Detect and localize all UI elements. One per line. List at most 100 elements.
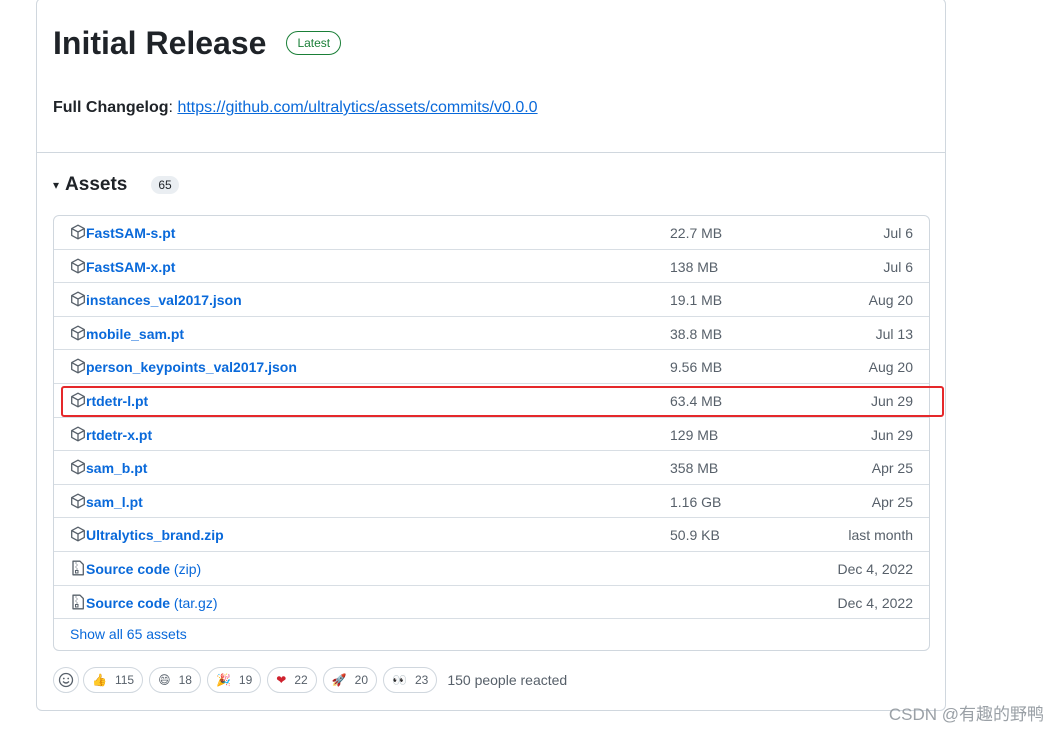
asset-row: sam_b.pt 358 MB Apr 25 [54, 451, 929, 485]
assets-title: Assets [65, 174, 128, 195]
reactions-summary: 150 people reacted [447, 672, 568, 688]
changelog-label: Full Changelog [53, 99, 169, 116]
asset-date: Aug 20 [868, 292, 913, 309]
reaction-button[interactable]: 🎉 19 [206, 667, 262, 693]
file-zip-icon [70, 560, 86, 576]
asset-size: 358 MB [670, 460, 719, 477]
asset-size: 22.7 MB [670, 225, 723, 241]
reaction-count: 18 [178, 673, 192, 687]
asset-name-link[interactable]: person_keypoints_val2017.json [86, 359, 297, 375]
package-icon [70, 224, 86, 240]
asset-size: 9.56 MB [670, 359, 723, 376]
asset-name-link[interactable]: FastSAM-x.pt [86, 259, 175, 275]
asset-row: Ultralytics_brand.zip 50.9 KB last month [54, 518, 929, 552]
asset-name: Source code [86, 594, 171, 611]
file-zip-icon [70, 594, 86, 610]
assets-list: FastSAM-s.pt 22.7 MB Jul 6 FastSAM-x.pt 138 … [53, 215, 930, 651]
asset-name-link[interactable]: sam_l.pt [86, 494, 143, 510]
asset-name-link[interactable]: Ultralytics_brand.zip [86, 527, 224, 543]
asset-name: FastSAM-x.pt [86, 258, 176, 275]
reaction-button[interactable]: 👀 23 [383, 667, 438, 693]
asset-date: Jul 13 [875, 325, 913, 342]
asset-size: 38.8 MB [670, 325, 723, 342]
asset-name: Ultralytics_brand.zip [86, 527, 224, 544]
package-icon [70, 426, 86, 442]
asset-row: Source code (zip) Dec 4, 2022 [54, 552, 929, 586]
heart-icon: ❤ [276, 673, 287, 687]
asset-row: sam_l.pt 1.16 GB Apr 25 [54, 485, 929, 519]
asset-row: rtdetr-x.pt 129 MB Jun 29 [54, 418, 929, 452]
asset-size: 138 MB [670, 258, 719, 275]
changelog-link[interactable]: https://github.com/ultralytics/assets/co… [177, 99, 537, 116]
asset-name-link[interactable]: instances_val2017.json [86, 292, 242, 308]
asset-date: Jun 29 [870, 426, 913, 443]
asset-date: Aug 20 [868, 359, 913, 376]
reaction-button[interactable]: ❤ 22 [267, 667, 317, 693]
asset-format: (tar.gz) [170, 594, 218, 611]
asset-date: Jul 6 [883, 258, 913, 275]
asset-size: 1.16 GB [670, 493, 722, 510]
watermark: CSDN @有趣的野鸭 [888, 705, 1044, 724]
asset-row: FastSAM-x.pt 138 MB Jul 6 [54, 250, 929, 284]
section-divider [37, 152, 945, 153]
reaction-count: 20 [354, 673, 369, 687]
asset-size: 129 MB [670, 426, 719, 443]
tada-icon: 🎉 [215, 673, 231, 687]
reaction-button[interactable]: 😄 18 [149, 667, 201, 693]
assets-count-badge: 65 [151, 176, 179, 194]
rocket-icon: 🚀 [331, 673, 347, 687]
reactions-bar: 👍 115 😄 18 🎉 19 ❤ 22 🚀 20 👀 23 150 people reacted [53, 667, 567, 693]
release-title[interactable]: Initial Release [53, 23, 266, 63]
asset-date: Dec 4, 2022 [837, 594, 914, 611]
asset-row: instances_val2017.json 19.1 MB Aug 20 [54, 283, 929, 317]
asset-date: Jul 6 [883, 225, 913, 241]
release-title-row: Initial Release Latest [53, 23, 342, 63]
asset-name: Source code [86, 560, 171, 577]
package-icon [70, 358, 86, 374]
reaction-count: 23 [414, 673, 429, 687]
asset-name: instances_val2017.json [86, 292, 242, 309]
smiley-icon [58, 672, 74, 688]
highlight-box [61, 386, 944, 417]
package-icon [70, 325, 86, 341]
add-reaction-button[interactable] [53, 667, 79, 693]
asset-row: Source code (tar.gz) Dec 4, 2022 [54, 586, 929, 620]
asset-format: (zip) [170, 560, 202, 577]
package-icon [70, 526, 86, 542]
asset-size: 50.9 KB [670, 527, 720, 544]
asset-name: sam_b.pt [86, 460, 148, 477]
package-icon [70, 459, 86, 475]
asset-row: FastSAM-s.pt 22.7 MB Jul 6 [54, 216, 929, 250]
reaction-button[interactable]: 🚀 20 [322, 667, 378, 693]
smile-icon: 😄 [158, 673, 171, 687]
asset-name: person_keypoints_val2017.json [86, 359, 297, 376]
asset-row: person_keypoints_val2017.json 9.56 MB Aug … [54, 350, 929, 384]
asset-name-link[interactable]: sam_b.pt [86, 460, 147, 476]
caret-down-icon: ▾ [53, 178, 60, 192]
asset-row: mobile_sam.pt 38.8 MB Jul 13 [54, 317, 929, 351]
asset-name: FastSAM-s.pt [86, 225, 176, 241]
asset-name: sam_l.pt [86, 493, 143, 510]
eyes-icon: 👀 [392, 673, 407, 687]
asset-name: rtdetr-x.pt [86, 426, 153, 443]
reaction-count: 22 [294, 673, 308, 687]
asset-name-link[interactable]: rtdetr-x.pt [86, 427, 152, 443]
package-icon [70, 291, 86, 307]
asset-date: Apr 25 [871, 493, 913, 510]
asset-date: Apr 25 [871, 460, 913, 477]
package-icon [70, 258, 86, 274]
asset-date: last month [848, 527, 913, 544]
asset-name-link[interactable]: Source code (tar.gz) [86, 595, 218, 611]
release-card: Initial Release Latest Full Changelog: h… [36, 0, 946, 711]
latest-badge: Latest [286, 31, 342, 55]
asset-name-link[interactable]: mobile_sam.pt [86, 326, 184, 342]
asset-name-link[interactable]: Source code (zip) [86, 561, 201, 577]
assets-header[interactable]: ▾ Assets 65 [53, 174, 179, 196]
package-icon [70, 493, 86, 509]
asset-name-link[interactable]: FastSAM-s.pt [86, 225, 175, 241]
asset-size: 19.1 MB [670, 292, 723, 309]
asset-date: Dec 4, 2022 [837, 560, 914, 577]
reaction-button[interactable]: 👍 115 [83, 667, 144, 693]
show-all-assets-link[interactable]: Show all 65 assets [70, 626, 187, 642]
changelog: Full Changelog: https://github.com/ultra… [53, 99, 538, 117]
